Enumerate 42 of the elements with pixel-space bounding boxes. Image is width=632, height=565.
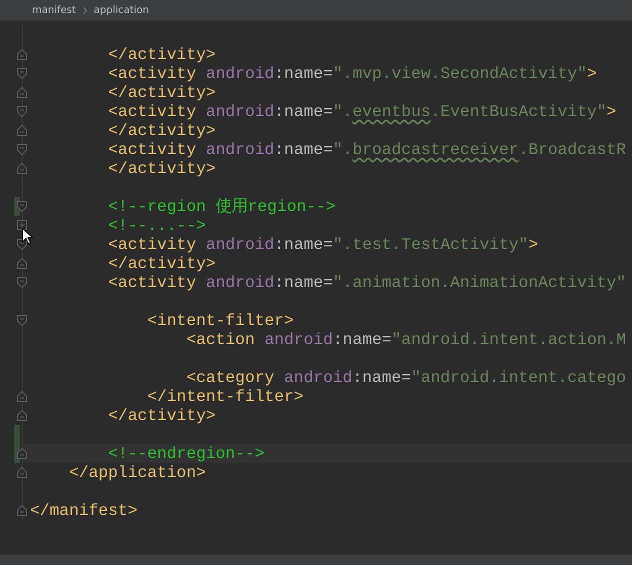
chevron-icon [82, 6, 87, 14]
fold-icon[interactable] [17, 277, 27, 288]
fold-end-icon[interactable] [17, 391, 27, 402]
code-comment: <!--region 使用region--> [107, 197, 336, 216]
code-line: <category android:name="android.intent.catego [185, 368, 626, 387]
code-line: </activity> [107, 254, 216, 273]
code-line: </activity> [107, 121, 216, 140]
expand-icon[interactable] [17, 220, 27, 231]
fold-icon[interactable] [17, 239, 27, 250]
code-line: </activity> [107, 83, 216, 102]
code-line: </activity> [107, 159, 216, 178]
fold-end-icon[interactable] [17, 258, 27, 269]
fold-icon[interactable] [17, 144, 27, 155]
code-comment: <!--...--> [107, 216, 206, 235]
breadcrumb-item[interactable]: manifest [32, 4, 76, 16]
code-line: </application> [68, 463, 206, 482]
pointer-icon [22, 228, 33, 245]
code-line: </activity> [107, 406, 216, 425]
breadcrumb-item[interactable]: application [94, 4, 149, 16]
code-line: <activity android:name=".broadcastreceiver.BroadcastR [107, 140, 626, 159]
fold-end-icon[interactable] [17, 163, 27, 174]
code-line: <activity android:name=".eventbus.EventBusActivity"> [107, 102, 616, 121]
fold-end-icon[interactable] [17, 448, 27, 459]
fold-end-icon[interactable] [17, 467, 27, 478]
code-line: </intent-filter> [146, 387, 304, 406]
fold-end-icon[interactable] [17, 87, 27, 98]
fold-icon[interactable] [17, 68, 27, 79]
code-line: <activity android:name=".mvp.view.SecondActivity"> [107, 64, 597, 83]
fold-end-icon[interactable] [17, 49, 27, 60]
code-line: <activity android:name=".animation.AnimationActivity" [107, 273, 626, 292]
fold-icon[interactable] [17, 201, 27, 212]
fold-end-icon[interactable] [17, 410, 27, 421]
code-comment: <!--endregion--> [107, 444, 264, 463]
code-line: </manifest> [30, 501, 138, 520]
code-line: <intent-filter> [146, 311, 294, 330]
code-line: </activity> [107, 45, 216, 64]
fold-end-icon[interactable] [17, 505, 27, 516]
fold-end-icon[interactable] [17, 125, 27, 136]
code-line: <activity android:name=".test.TestActivity"> [107, 235, 538, 254]
fold-icon[interactable] [17, 315, 27, 326]
fold-icon[interactable] [17, 106, 27, 117]
code-line: <action android:name="android.intent.action.M [185, 330, 626, 349]
